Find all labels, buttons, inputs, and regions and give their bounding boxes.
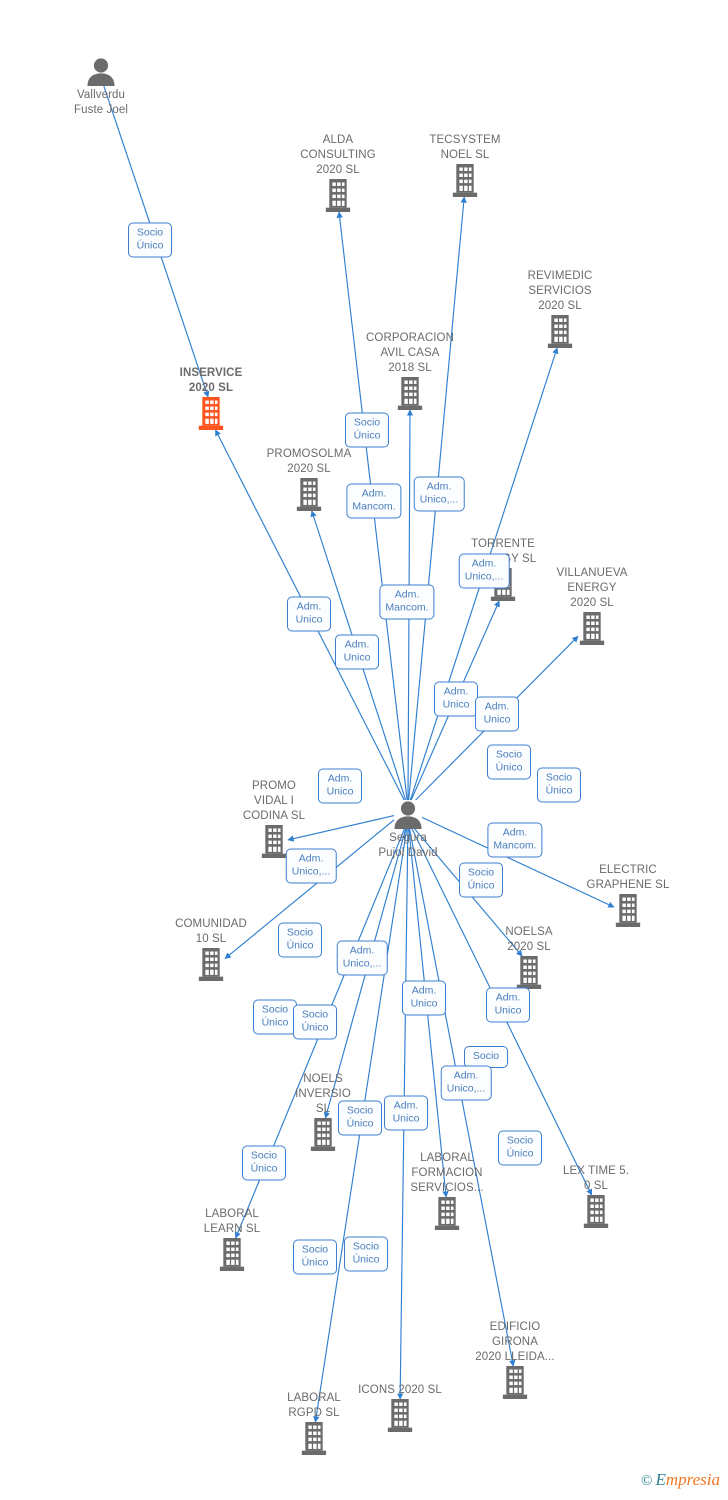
relationship-graph-canvas [102,84,615,1423]
building-icon [536,1195,656,1228]
building-icon-highlighted [151,397,271,430]
copyright-icon: © [641,1473,653,1489]
graph-node-edificio[interactable]: EDIFICIO GIRONA 2020 LLEIDA... [455,1320,575,1399]
edge-role-badge[interactable]: Adm. Mancom. [346,483,402,519]
graph-node-label: ALDA CONSULTING 2020 SL [300,134,376,176]
building-icon [469,956,589,989]
watermark-brand-name: mpresia [665,1470,720,1489]
building-icon [387,1197,507,1230]
edge-role-badge[interactable]: Adm. Unico,... [440,1065,492,1101]
building-icon [405,164,525,197]
graph-node-segura[interactable]: Segura Pujol David [348,800,468,861]
person-icon [41,58,161,86]
graph-node-label: LEX TIME 5. 0 SL [562,1165,630,1192]
building-icon [151,948,271,981]
building-icon [500,315,620,348]
graph-node-label: TECSYSTEM NOEL SL [429,134,501,161]
edge-role-badge[interactable]: Socio Único [498,1130,542,1166]
graph-node-label: COMUNIDAD 10 SL [175,918,247,945]
graph-node-electric[interactable]: ELECTRIC GRAPHENE SL [568,863,688,927]
graph-node-label: PROMOSOLMA 2020 SL [266,448,352,475]
edge-role-badge[interactable]: Socio Único [293,1239,337,1275]
graph-node-alda[interactable]: ALDA CONSULTING 2020 SL [278,133,398,212]
graph-node-label: LABORAL FORMACION SERVICIOS... [410,1152,484,1194]
edge-role-badge[interactable]: Adm. Unico,... [458,553,510,589]
edge-role-badge[interactable]: Socio Único [487,744,531,780]
edge-role-badge[interactable]: Socio Único [537,767,581,803]
graph-node-label: ICONS 2020 SL [358,1384,442,1396]
graph-node-noelsa[interactable]: NOELSA 2020 SL [469,925,589,989]
graph-node-label: NOELSA 2020 SL [505,926,553,953]
graph-node-tecsystem[interactable]: TECSYSTEM NOEL SL [405,133,525,197]
edge-role-badge[interactable]: Socio Único [459,862,503,898]
edge-role-badge[interactable]: Adm. Unico [318,768,362,804]
graph-node-laboralform[interactable]: LABORAL FORMACION SERVICIOS... [387,1151,507,1230]
graph-node-villanueva[interactable]: VILLANUEVA ENERGY 2020 SL [532,566,652,645]
graph-node-inservice[interactable]: INSERVICE 2020 SL [151,366,271,430]
watermark-brand-initial: E [655,1470,666,1489]
edge-role-badge[interactable]: Adm. Unico [434,681,478,717]
edge-role-badge[interactable]: Adm. Unico,... [413,476,465,512]
graph-node-label: VILLANUEVA ENERGY 2020 SL [556,567,628,609]
graph-node-label: EDIFICIO GIRONA 2020 LLEIDA... [475,1321,555,1363]
graph-node-laborallearn[interactable]: LABORAL LEARN SL [172,1207,292,1271]
graph-node-lextime[interactable]: LEX TIME 5. 0 SL [536,1164,656,1228]
building-icon [532,612,652,645]
edge-role-badge[interactable]: Adm. Unico [335,634,379,670]
building-icon [340,1399,460,1432]
edge-role-badge[interactable]: Socio Único [338,1100,382,1136]
graph-node-label: Vallverdu Fuste Joel [73,89,129,116]
edge-role-badge[interactable]: Adm. Unico,... [285,848,337,884]
building-icon [350,377,470,410]
building-icon [455,1366,575,1399]
graph-node-revimedic[interactable]: REVIMEDIC SERVICIOS 2020 SL [500,269,620,348]
graph-node-comunidad[interactable]: COMUNIDAD 10 SL [151,917,271,981]
edge-role-badge[interactable]: Socio Único [242,1145,286,1181]
graph-node-label: CORPORACION AVIL CASA 2018 SL [366,332,454,374]
edge-role-badge[interactable]: Adm. Mancom. [379,584,435,620]
empresia-watermark: © Empresia [641,1470,720,1490]
building-icon [278,179,398,212]
graph-node-label: REVIMEDIC SERVICIOS 2020 SL [527,270,593,312]
edge-role-badge[interactable]: Socio Único [293,1004,337,1040]
edge-role-badge[interactable]: Adm. Unico [287,596,331,632]
graph-node-label: Segura Pujol David [378,832,438,859]
graph-node-label: INSERVICE 2020 SL [179,367,243,394]
edge-role-badge[interactable]: Adm. Unico [486,987,530,1023]
graph-node-label: ELECTRIC GRAPHENE SL [586,864,670,891]
edge-role-badge[interactable]: Socio Único [128,222,172,258]
edge-role-badge[interactable]: Socio Único [345,412,389,448]
edge-role-badge[interactable]: Adm. Unico,... [336,940,388,976]
edge-role-badge[interactable]: Socio Único [344,1236,388,1272]
building-icon [568,894,688,927]
edge-role-badge[interactable]: Socio Único [278,922,322,958]
graph-node-label: LABORAL LEARN SL [203,1208,261,1235]
edge-role-badge[interactable]: Adm. Mancom. [487,822,543,858]
graph-node-icons[interactable]: ICONS 2020 SL [340,1383,460,1432]
graph-node-label: PROMO VIDAL I CODINA SL [242,780,306,822]
edge-role-badge[interactable]: Adm. Unico [384,1095,428,1131]
edge-role-badge[interactable]: Adm. Unico [402,980,446,1016]
edge-role-badge[interactable]: Socio Único [253,999,297,1035]
edge-role-badge[interactable]: Adm. Unico [475,696,519,732]
building-icon [172,1238,292,1271]
graph-node-vallverdu[interactable]: Vallverdu Fuste Joel [41,57,161,118]
graph-node-corporacion[interactable]: CORPORACION AVIL CASA 2018 SL [350,331,470,410]
person-icon [348,801,468,829]
graph-node-promovidal[interactable]: PROMO VIDAL I CODINA SL [214,779,334,858]
